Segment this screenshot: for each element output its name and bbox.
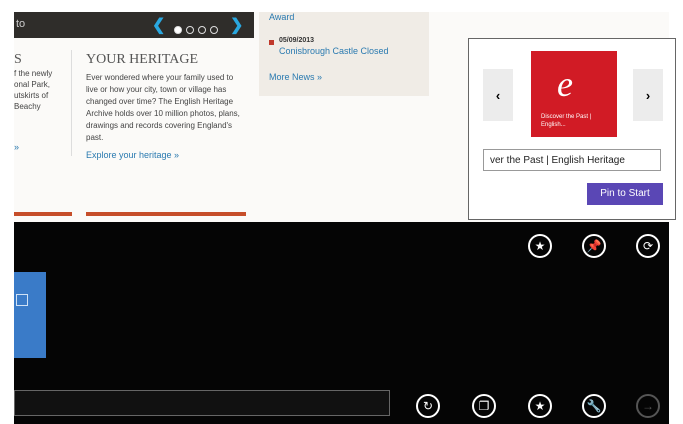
carousel-next-button[interactable]: ❯ <box>230 15 243 35</box>
carousel-dot[interactable] <box>198 26 206 34</box>
carousel-prev-button[interactable]: ❮ <box>152 15 165 35</box>
carousel-dot[interactable] <box>186 26 194 34</box>
carousel-caption: to <box>16 18 26 30</box>
page-icon <box>16 294 28 306</box>
carousel-dot[interactable] <box>210 26 218 34</box>
ie-logo-icon: e <box>557 64 573 104</box>
news-award-link[interactable]: Award <box>269 12 294 22</box>
news-date: 05/09/2013 <box>279 37 315 44</box>
app-bar: ★ 📌 ⟳ ↻ ❐ ★ 🔧 → <box>14 222 669 424</box>
sync-icon[interactable]: ⟳ <box>636 234 660 258</box>
left-column-line: f the newly <box>14 69 53 78</box>
news-item-link[interactable]: Conisbrough Castle Closed <box>279 46 389 56</box>
left-column-link[interactable]: » <box>14 142 19 152</box>
site-tile-preview: e Discover the Past | English... <box>531 51 617 137</box>
refresh-icon[interactable]: ↻ <box>416 394 440 418</box>
tile-prev-button[interactable]: ‹ <box>483 69 513 121</box>
tools-icon[interactable]: 🔧 <box>582 394 606 418</box>
tabs-icon[interactable]: ❐ <box>472 394 496 418</box>
tile-label: Discover the Past | English... <box>541 114 592 128</box>
section-accent-bar <box>86 212 246 216</box>
carousel-bar: to ❮ ❯ <box>14 12 254 38</box>
address-bar-input[interactable] <box>14 390 390 416</box>
section-accent-bar <box>14 212 72 216</box>
more-news-link[interactable]: More News » <box>269 72 322 82</box>
forward-icon[interactable]: → <box>636 394 660 418</box>
left-column-title: S <box>14 52 22 67</box>
tile-next-button[interactable]: › <box>633 69 663 121</box>
heritage-title: YOUR HERITAGE <box>86 52 199 67</box>
pin-to-start-flyout: ‹ e Discover the Past | English... › Pin… <box>468 38 676 220</box>
heritage-column: YOUR HERITAGE Ever wondered where your f… <box>86 52 246 160</box>
carousel-dot[interactable] <box>174 26 182 34</box>
left-column-line: utskirts of <box>14 91 49 100</box>
left-column-line: Beachy <box>14 102 41 111</box>
favorites-icon[interactable]: ★ <box>528 234 552 258</box>
left-column: S f the newly onal Park, utskirts of Bea… <box>14 52 72 112</box>
carousel-dots <box>174 21 222 39</box>
favorite-star-icon[interactable]: ★ <box>528 394 552 418</box>
left-column-line: onal Park, <box>14 80 51 89</box>
tab-thumbnail[interactable] <box>14 272 46 358</box>
news-bullet-icon <box>269 40 274 45</box>
news-box: Award 05/09/2013 Conisbrough Castle Clos… <box>259 12 429 96</box>
pin-to-start-button[interactable]: Pin to Start <box>587 183 663 205</box>
heritage-body: Ever wondered where your family used to … <box>86 73 240 142</box>
tile-name-input[interactable] <box>483 149 661 171</box>
explore-heritage-link[interactable]: Explore your heritage » <box>86 150 246 160</box>
pin-icon[interactable]: 📌 <box>582 234 606 258</box>
column-divider <box>71 50 72 156</box>
